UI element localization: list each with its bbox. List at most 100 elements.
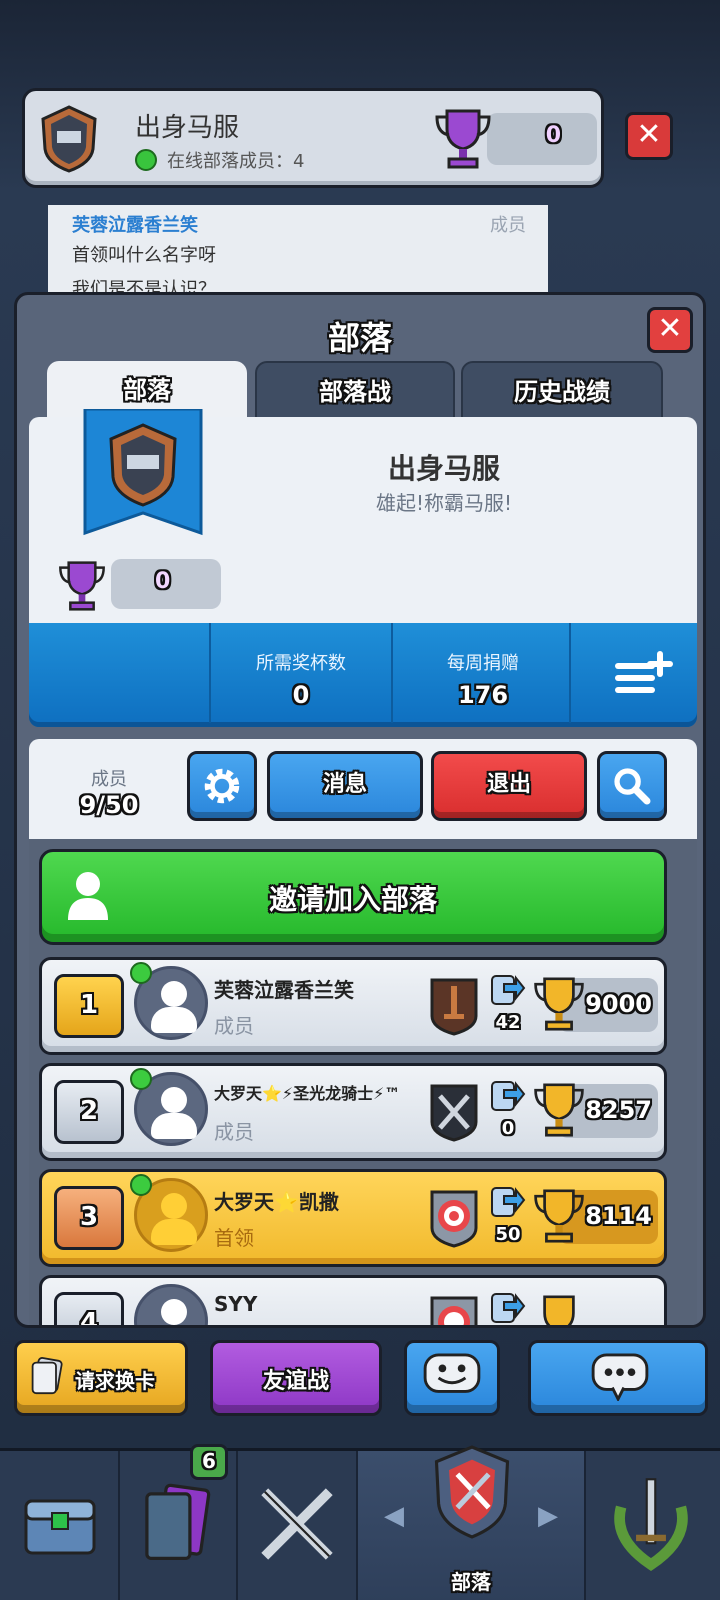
leave-clan-button[interactable]: 退出 <box>431 751 587 821</box>
member-rank: 1 <box>54 974 124 1038</box>
member-role: 首领 <box>214 1226 254 1250</box>
online-indicator <box>130 1068 152 1090</box>
member-trophies: 8114 <box>585 1202 652 1230</box>
clan-trophy-box: 0 <box>487 113 597 165</box>
member-row[interactable]: 4 SYY <box>39 1275 667 1325</box>
trophy-icon <box>534 977 584 1031</box>
smile-chat-icon <box>423 1353 481 1393</box>
trophy-icon <box>543 1295 575 1325</box>
chat-message-1: 首领叫什么名字呀 <box>72 245 216 266</box>
trophy-icon <box>435 109 491 169</box>
required-trophies-value: 0 <box>292 681 310 709</box>
nav-clan[interactable]: ◀ ▶ 部落 <box>358 1445 586 1600</box>
donate-icon <box>491 1081 526 1111</box>
trophy-icon <box>534 1189 584 1243</box>
crossed-swords-league-icon <box>430 1084 478 1142</box>
chat-bubble-icon <box>591 1353 649 1401</box>
edit-clan-icon[interactable] <box>613 647 677 697</box>
member-rank: 3 <box>54 1186 124 1250</box>
clan-name: 出身马服 <box>135 113 240 143</box>
search-button[interactable] <box>597 751 667 821</box>
chest-icon <box>24 1499 96 1555</box>
member-name: SYY <box>214 1292 258 1316</box>
member-row[interactable]: 3 大罗天⭐凯撒 首领 50 8114 <box>39 1169 667 1267</box>
nav-shop[interactable] <box>0 1451 120 1600</box>
members-label: 成员 <box>91 769 127 790</box>
member-trophies: 8257 <box>585 1096 652 1124</box>
member-role: 成员 <box>214 1120 254 1144</box>
cards-icon <box>145 1483 211 1561</box>
nav-clan-label: 部落 <box>451 1570 491 1594</box>
online-indicator <box>130 1174 152 1196</box>
emote-button[interactable] <box>404 1340 500 1416</box>
bottom-navigation: ◀ ▶ 部落 <box>0 1445 720 1600</box>
members-header: 成员 9/50 消息 退出 <box>29 739 697 839</box>
donate-icon <box>491 1187 526 1217</box>
friendly-battle-label: 友谊战 <box>262 1369 329 1394</box>
nav-prev-icon[interactable]: ◀ <box>384 1501 404 1531</box>
clan-stats-bar: 所需奖杯数 0 每周捐赠 176 <box>29 623 697 727</box>
nav-battle[interactable] <box>238 1451 358 1600</box>
clan-banner-icon <box>83 409 203 536</box>
member-name: 大罗天⭐⚡圣光龙骑士⚡™ <box>214 1084 401 1103</box>
member-name: 大罗天⭐凯撒 <box>214 1190 339 1214</box>
clan-panel: 部落 ✕ 部落 部落战 历史战绩 出身马服 雄起!称霸马服! 0 所需奖杯数 0 <box>14 292 706 1328</box>
cards-icon <box>31 1357 63 1395</box>
gear-icon <box>204 768 240 804</box>
sword-league-icon <box>430 978 478 1036</box>
tab-history-label: 历史战绩 <box>514 378 610 406</box>
panel-title: 部落 <box>327 319 392 357</box>
member-donations: 50 <box>495 1224 521 1245</box>
request-cards-label: 请求换卡 <box>75 1369 155 1393</box>
online-members-text: 在线部落成员：4 <box>167 151 305 172</box>
clan-description: 雄起!称霸马服! <box>375 491 513 515</box>
member-row[interactable]: 2 大罗天⭐⚡圣光龙骑士⚡™ 成员 0 8257 <box>39 1063 667 1161</box>
members-count: 9/50 <box>79 791 139 819</box>
clan-shield-icon <box>434 1445 510 1539</box>
panel-close-button[interactable]: ✕ <box>647 307 693 353</box>
clan-header-bar[interactable]: 出身马服 在线部落成员：4 0 <box>22 88 604 188</box>
chat-sender: 芙蓉泣露香兰笑 <box>72 215 198 236</box>
member-donations: 42 <box>495 1012 521 1033</box>
tab-clan-war-label: 部落战 <box>319 378 391 406</box>
avatar <box>134 1284 208 1325</box>
donate-icon <box>491 1293 526 1323</box>
online-indicator <box>135 149 157 171</box>
settings-button[interactable] <box>187 751 257 821</box>
search-icon <box>614 768 651 805</box>
nav-tournaments[interactable] <box>586 1451 720 1600</box>
target-league-icon <box>430 1190 478 1248</box>
donate-icon <box>491 975 526 1005</box>
weekly-donations-value: 176 <box>457 681 509 709</box>
member-rank: 4 <box>54 1292 124 1325</box>
top-close-button[interactable]: ✕ <box>625 112 673 160</box>
clan-trophy-count: 0 <box>155 569 171 594</box>
member-rank: 2 <box>54 1080 124 1144</box>
member-name: 芙蓉泣露香兰笑 <box>214 978 354 1002</box>
message-button-label: 消息 <box>322 772 367 797</box>
member-role: 成员 <box>214 1014 254 1038</box>
tab-history[interactable]: 历史战绩 <box>461 361 663 423</box>
tab-clan-war[interactable]: 部落战 <box>255 361 455 423</box>
member-row[interactable]: 1 芙蓉泣露香兰笑 成员 42 9000 <box>39 957 667 1055</box>
online-indicator <box>130 962 152 984</box>
trophy-icon <box>534 1083 584 1137</box>
weekly-donations-label: 每周捐赠 <box>447 653 519 674</box>
chat-message-preview: 芙蓉泣露香兰笑 成员 首领叫什么名字呀 我们是不是认识？ <box>48 205 548 295</box>
trophy-icon <box>59 561 105 611</box>
tab-clan-label: 部落 <box>123 376 171 404</box>
member-donations: 0 <box>501 1118 515 1139</box>
invite-label: 邀请加入部落 <box>268 883 437 916</box>
nav-next-icon[interactable]: ▶ <box>538 1501 558 1531</box>
message-button[interactable]: 消息 <box>267 751 423 821</box>
required-trophies-label: 所需奖杯数 <box>256 653 346 674</box>
clan-info-card: 出身马服 雄起!称霸马服! 0 <box>29 409 697 625</box>
chat-button[interactable] <box>528 1340 708 1416</box>
clan-shield-icon <box>41 105 97 173</box>
clan-trophy-count: 0 <box>545 123 561 148</box>
clan-trophy-box: 0 <box>111 559 221 609</box>
friendly-battle-button[interactable]: 友谊战 <box>210 1340 382 1416</box>
clan-title: 出身马服 <box>387 452 500 485</box>
invite-to-clan-button[interactable]: 邀请加入部落 <box>39 849 667 945</box>
request-cards-button[interactable]: 请求换卡 <box>14 1340 188 1416</box>
